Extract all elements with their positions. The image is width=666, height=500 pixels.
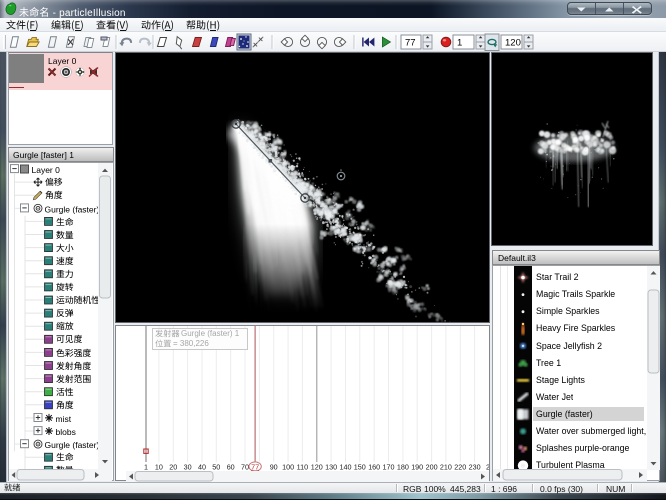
svg-text:120: 120: [505, 38, 521, 49]
svg-text:1: 1: [457, 38, 462, 49]
svg-text:77: 77: [405, 38, 416, 49]
